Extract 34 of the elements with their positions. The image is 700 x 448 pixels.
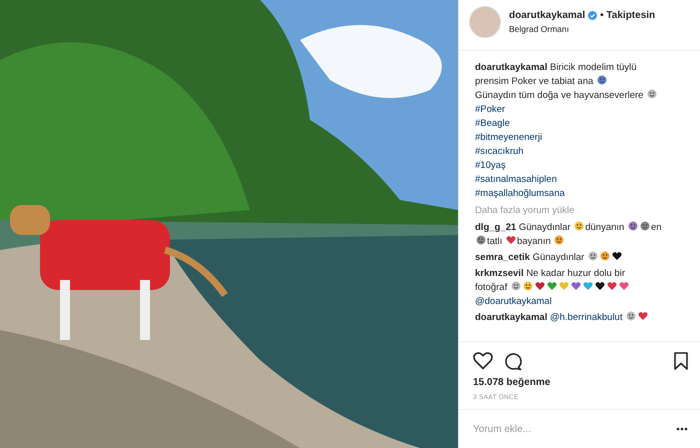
- hashtag-link[interactable]: #satınalmasahiplen: [475, 173, 692, 187]
- location-link[interactable]: Belgrad Ormanı: [509, 24, 656, 34]
- comment-text: Günaydınlar: [518, 222, 571, 233]
- comment-text: Biricik modelim tüylü: [550, 62, 637, 73]
- username-link[interactable]: doarutkaykamal: [475, 62, 548, 73]
- likes-count[interactable]: 15.078 beğenme: [473, 377, 688, 388]
- hashtag-link[interactable]: #Beagle: [475, 117, 692, 131]
- comment-text: en: [650, 222, 662, 233]
- username-link[interactable]: semra_cetik: [475, 252, 530, 263]
- comment-text: Günaydınlar: [532, 252, 584, 263]
- follow-status[interactable]: • Takiptesin: [600, 10, 656, 21]
- bookmark-icon[interactable]: [674, 352, 688, 370]
- hashtag-link[interactable]: #10yaş: [475, 159, 692, 173]
- comment-text: Ne kadar huzur dolu bir: [526, 268, 625, 279]
- comment-text: fotoğraf: [475, 282, 508, 293]
- like-heart-icon[interactable]: [473, 352, 493, 370]
- username-link[interactable]: dlg_g_21: [475, 222, 516, 233]
- username-link[interactable]: krkmzsevil: [475, 268, 524, 279]
- hashtag-link[interactable]: #maşallahoğlumsana: [475, 187, 692, 201]
- mention-link[interactable]: @h.berrinakbulut: [550, 312, 622, 323]
- comment-text: tatlı: [487, 236, 502, 247]
- comment-input[interactable]: Yorum ekle...: [473, 424, 676, 434]
- username-link[interactable]: doarutkaykamal: [475, 312, 548, 323]
- mention-link[interactable]: @doarutkaykamal: [475, 296, 552, 307]
- hashtag-link[interactable]: #sıcacıkruh: [475, 145, 692, 159]
- hashtag-link[interactable]: #bitmeyenenerji: [475, 131, 692, 145]
- comment-text: dünyanın: [585, 222, 624, 233]
- comment-text: Günaydın tüm doğa ve hayvanseverlere: [475, 90, 644, 101]
- username-link[interactable]: doarutkaykamal: [509, 10, 586, 21]
- comment-icon[interactable]: [503, 352, 522, 370]
- comment-text: bayanın: [516, 236, 551, 247]
- comment-text: prensim Poker ve tabiat ana: [475, 76, 594, 87]
- more-options-icon[interactable]: [676, 427, 688, 431]
- hashtag-link[interactable]: #Poker: [475, 103, 692, 117]
